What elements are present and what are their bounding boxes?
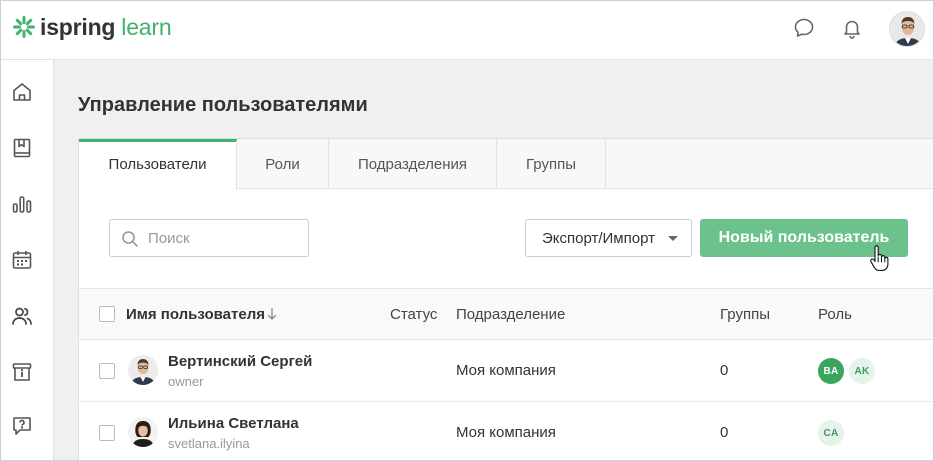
home-icon[interactable] [11, 81, 33, 103]
app-window: ispring learn Управление пользователями … [0, 0, 934, 461]
role-badges: CA [818, 420, 844, 446]
user-login: owner [168, 374, 204, 389]
export-import-label: Экспорт/Импорт [542, 229, 655, 247]
sort-arrow-down-icon[interactable] [267, 307, 277, 321]
chat-bubble-icon[interactable] [792, 16, 816, 40]
top-bar: ispring learn [1, 1, 933, 60]
column-header-department: Подразделение [456, 306, 566, 323]
tab-roles[interactable]: Роли [237, 139, 329, 189]
search-icon [122, 231, 138, 247]
table-row[interactable]: Ильина Светлана svetlana.ilyina Моя комп… [79, 402, 933, 460]
row-checkbox[interactable] [99, 425, 115, 441]
profile-avatar[interactable] [889, 11, 925, 47]
row-checkbox[interactable] [99, 363, 115, 379]
logo-text-ispring: ispring [40, 14, 116, 40]
role-badge: AK [849, 358, 875, 384]
role-badges: BA AK [818, 358, 875, 384]
tab-groups[interactable]: Группы [497, 139, 606, 189]
avatar [128, 417, 158, 447]
user-name[interactable]: Вертинский Сергей [168, 353, 312, 370]
tab-users[interactable]: Пользователи [79, 139, 237, 190]
info-box-icon[interactable] [11, 361, 33, 383]
hand-pointer-cursor-icon [870, 245, 889, 271]
ispring-flower-icon [13, 16, 35, 38]
column-header-role: Роль [818, 306, 852, 323]
tab-bar: Пользователи Роли Подразделения Группы [79, 139, 933, 190]
role-badge: CA [818, 420, 844, 446]
select-all-checkbox[interactable] [99, 306, 115, 322]
bell-icon[interactable] [840, 16, 864, 40]
table-header: Имя пользователя Статус Подразделение Гр… [79, 288, 933, 340]
column-header-status: Статус [390, 306, 438, 323]
caret-down-icon [668, 236, 678, 241]
avatar [128, 355, 158, 385]
search-box[interactable] [109, 219, 309, 257]
user-groups-count: 0 [720, 424, 729, 441]
users-icon[interactable] [11, 305, 33, 327]
help-chat-icon[interactable] [11, 415, 33, 437]
table-row[interactable]: Вертинский Сергей owner Моя компания 0 B… [79, 340, 933, 402]
search-input[interactable] [148, 228, 298, 248]
user-login: svetlana.ilyina [168, 436, 250, 451]
user-department: Моя компания [456, 424, 556, 441]
role-badge: BA [818, 358, 844, 384]
sidebar [1, 60, 54, 460]
column-header-name[interactable]: Имя пользователя [126, 306, 265, 323]
ispring-learn-logo[interactable]: ispring learn [12, 12, 172, 42]
tab-departments[interactable]: Подразделения [329, 139, 497, 189]
page-title: Управление пользователями [78, 94, 368, 116]
main-content: Управление пользователями Пользователи Р… [54, 60, 933, 460]
users-card: Пользователи Роли Подразделения Группы Э… [78, 138, 933, 460]
user-name[interactable]: Ильина Светлана [168, 415, 299, 432]
bar-chart-icon[interactable] [11, 193, 33, 215]
book-icon[interactable] [11, 137, 33, 159]
export-import-dropdown[interactable]: Экспорт/Импорт [525, 219, 692, 257]
user-department: Моя компания [456, 362, 556, 379]
calendar-icon[interactable] [11, 249, 33, 271]
user-groups-count: 0 [720, 362, 729, 379]
logo-text-learn: learn [121, 14, 172, 40]
column-header-groups: Группы [720, 306, 770, 323]
